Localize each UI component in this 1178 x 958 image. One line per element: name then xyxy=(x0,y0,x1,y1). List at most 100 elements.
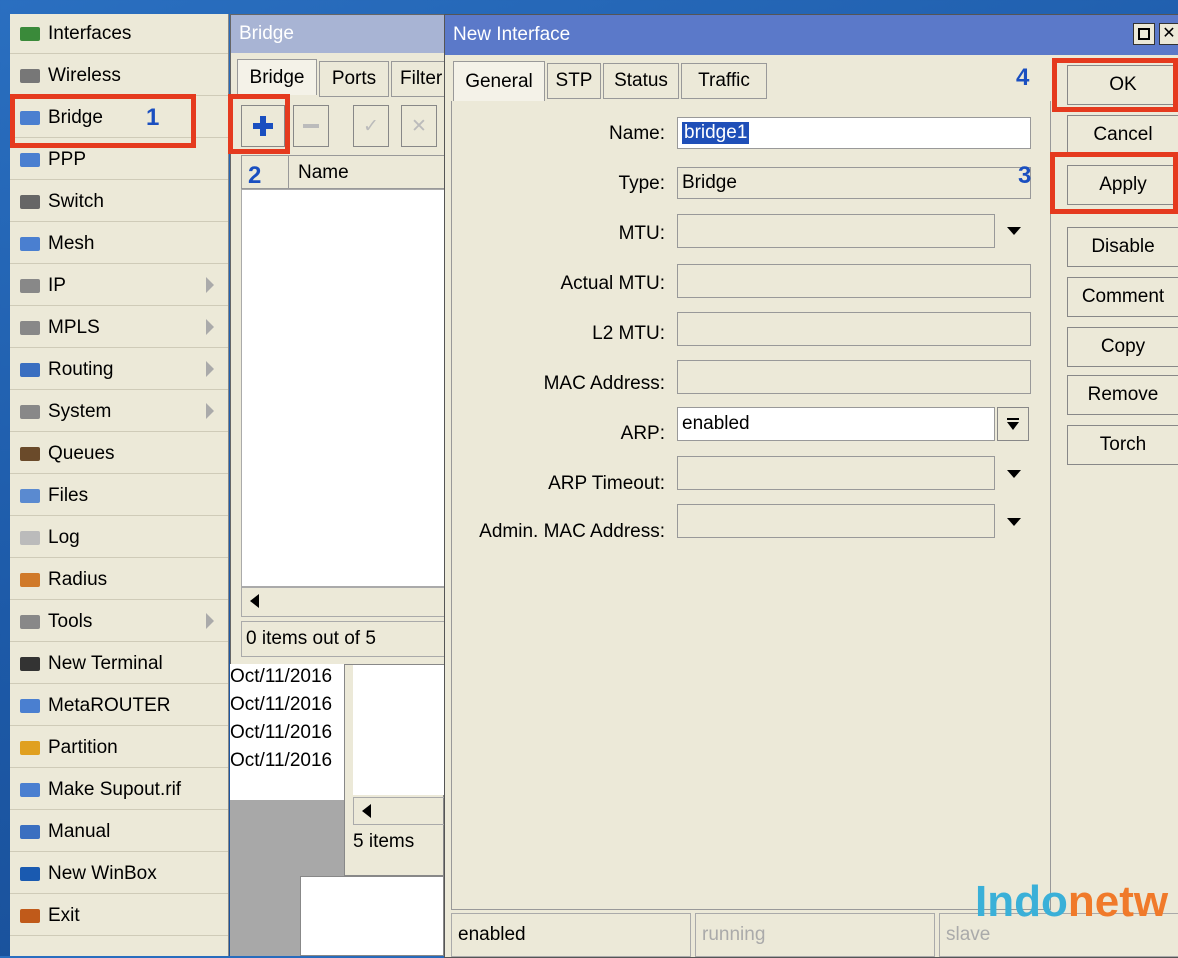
tab-bridge[interactable]: Bridge xyxy=(237,59,317,95)
check-icon: ✓ xyxy=(363,115,379,137)
menu-item-label: Log xyxy=(48,526,80,548)
arp-timeout-dropdown-icon[interactable] xyxy=(1007,470,1021,478)
menu-item-label: Wireless xyxy=(48,64,121,86)
manual-icon xyxy=(18,822,42,842)
scroll-left-icon[interactable] xyxy=(250,594,259,608)
enable-button[interactable]: ✓ xyxy=(353,105,389,147)
mtu-dropdown-icon[interactable] xyxy=(1007,227,1021,235)
menu-item-tools[interactable]: Tools xyxy=(10,602,228,642)
submenu-arrow-icon xyxy=(206,277,214,293)
menu-item-label: Files xyxy=(48,484,89,506)
highlight-ok-button xyxy=(1052,58,1178,112)
menu-item-routing[interactable]: Routing xyxy=(10,350,228,390)
submenu-arrow-icon xyxy=(206,403,214,419)
l2mtu-field xyxy=(677,312,1031,346)
menu-item-partition[interactable]: Partition xyxy=(10,728,228,768)
menu-item-manual[interactable]: Manual xyxy=(10,812,228,852)
admin-mac-field[interactable] xyxy=(677,504,995,538)
menu-item-label: Interfaces xyxy=(48,22,132,44)
close-icon[interactable]: ✕ xyxy=(1159,23,1178,45)
disable-button[interactable]: Disable xyxy=(1067,227,1178,267)
menu-item-label: Make Supout.rif xyxy=(48,778,182,800)
menu-item-interfaces[interactable]: Interfaces xyxy=(10,14,228,54)
metarouter-icon xyxy=(18,696,42,716)
name-field[interactable]: bridge1 xyxy=(677,117,1031,149)
disable-button[interactable]: ✕ xyxy=(401,105,437,147)
menu-item-label: Manual xyxy=(48,820,111,842)
status-enabled: enabled xyxy=(451,913,691,957)
torch-button[interactable]: Torch xyxy=(1067,425,1178,465)
menu-item-label: Mesh xyxy=(48,232,95,254)
submenu-arrow-icon xyxy=(206,319,214,335)
log-icon xyxy=(18,528,42,548)
switch-icon xyxy=(18,192,42,212)
interfaces-icon xyxy=(18,24,42,44)
menu-item-mesh[interactable]: Mesh xyxy=(10,224,228,264)
maximize-icon[interactable] xyxy=(1133,23,1155,45)
mtu-field[interactable] xyxy=(677,214,995,248)
ports-list xyxy=(353,665,445,795)
dialog-title: New Interface xyxy=(453,24,571,45)
supout-icon xyxy=(18,780,42,800)
step-number-3: 3 xyxy=(1018,162,1032,189)
scroll-left-icon[interactable] xyxy=(362,804,371,818)
tab-status[interactable]: Status xyxy=(603,63,679,99)
type-field: Bridge xyxy=(677,167,1031,199)
queues-icon xyxy=(18,444,42,464)
menu-item-make-supout-rif[interactable]: Make Supout.rif xyxy=(10,770,228,810)
menu-item-wireless[interactable]: Wireless xyxy=(10,56,228,96)
submenu-arrow-icon xyxy=(206,613,214,629)
ppp-icon xyxy=(18,150,42,170)
minus-icon xyxy=(303,124,319,128)
ports-window: 5 items xyxy=(344,664,445,876)
partition-icon xyxy=(18,738,42,758)
step-number-4: 4 xyxy=(1016,64,1030,91)
tab-traffic[interactable]: Traffic xyxy=(681,63,767,99)
column-name[interactable]: Name xyxy=(298,162,349,184)
comment-button[interactable]: Comment xyxy=(1067,277,1178,317)
arp-select[interactable]: enabled xyxy=(677,407,995,441)
menu-item-log[interactable]: Log xyxy=(10,518,228,558)
menu-item-switch[interactable]: Switch xyxy=(10,182,228,222)
ports-scrollbar[interactable] xyxy=(353,797,445,825)
tab-filter[interactable]: Filter xyxy=(391,61,451,97)
log-date: Oct/11/2016 xyxy=(230,694,333,715)
system-icon xyxy=(18,402,42,422)
menu-item-ip[interactable]: IP xyxy=(10,266,228,306)
admin-mac-dropdown-icon[interactable] xyxy=(1007,518,1021,526)
tools-icon xyxy=(18,612,42,632)
menu-item-system[interactable]: System xyxy=(10,392,228,432)
menu-item-label: Routing xyxy=(48,358,114,380)
step-number-1: 1 xyxy=(146,104,160,131)
winbox-icon xyxy=(18,864,42,884)
remove-button[interactable]: Remove xyxy=(1067,375,1178,415)
menu-item-label: Switch xyxy=(48,190,104,212)
arp-dropdown-button[interactable] xyxy=(997,407,1029,441)
wireless-icon xyxy=(18,66,42,86)
menu-item-label: Exit xyxy=(48,904,80,926)
menu-item-files[interactable]: Files xyxy=(10,476,228,516)
menu-item-new-terminal[interactable]: New Terminal xyxy=(10,644,228,684)
copy-button[interactable]: Copy xyxy=(1067,327,1178,367)
name-value: bridge1 xyxy=(682,122,750,144)
menu-item-label: IP xyxy=(48,274,66,296)
menu-item-new-winbox[interactable]: New WinBox xyxy=(10,854,228,894)
menu-item-radius[interactable]: Radius xyxy=(10,560,228,600)
menu-item-label: Partition xyxy=(48,736,118,758)
status-running: running xyxy=(695,913,935,957)
arp-timeout-field[interactable] xyxy=(677,456,995,490)
menu-item-metarouter[interactable]: MetaROUTER xyxy=(10,686,228,726)
remove-button[interactable] xyxy=(293,105,329,147)
mesh-icon xyxy=(18,234,42,254)
ports-status: 5 items xyxy=(353,831,415,852)
menu-item-label: PPP xyxy=(48,148,87,170)
tab-ports[interactable]: Ports xyxy=(319,61,389,97)
log-date: Oct/11/2016 xyxy=(230,722,333,743)
tab-general[interactable]: General xyxy=(453,61,545,101)
tab-stp[interactable]: STP xyxy=(547,63,601,99)
menu-item-mpls[interactable]: MPLS xyxy=(10,308,228,348)
menu-item-exit[interactable]: Exit xyxy=(10,896,228,936)
dropdown-arrow-icon xyxy=(1007,418,1019,430)
menu-item-queues[interactable]: Queues xyxy=(10,434,228,474)
cancel-button[interactable]: Cancel xyxy=(1067,115,1178,155)
